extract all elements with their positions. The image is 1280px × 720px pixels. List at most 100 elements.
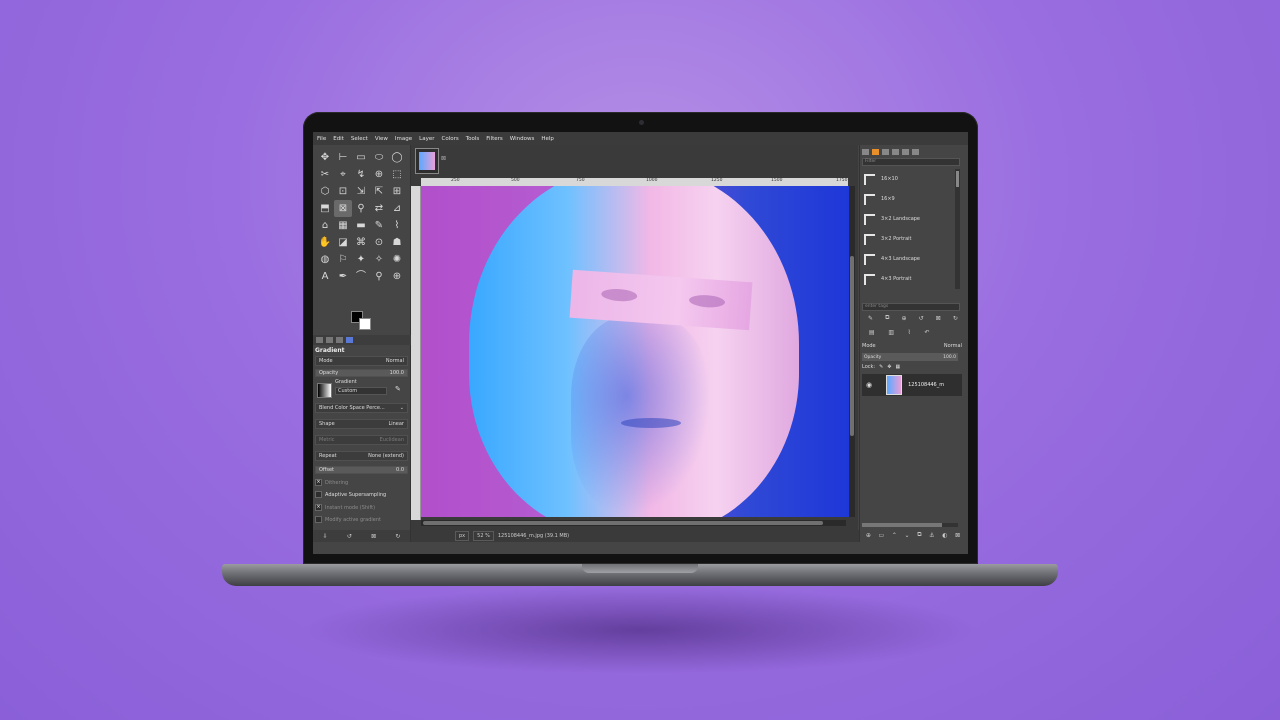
repeat-select[interactable]: None (extend) xyxy=(368,453,404,459)
modify-gradient-option[interactable]: Modify active gradient xyxy=(315,515,408,524)
layers-tab-icon[interactable]: ▤ xyxy=(869,329,875,336)
menu-help[interactable]: Help xyxy=(541,136,554,142)
modify-gradient-checkbox[interactable] xyxy=(315,516,322,523)
lock-alpha-icon[interactable]: ▦ xyxy=(896,364,901,370)
tool-icon[interactable]: ⊕ xyxy=(370,166,388,183)
blend-color-space-select[interactable]: Blend Color Space Perce... ⌄ xyxy=(315,403,408,413)
tool-icon[interactable]: ⚐ xyxy=(334,251,352,268)
template-scroll-thumb[interactable] xyxy=(956,171,959,187)
list-item[interactable]: 16×9 xyxy=(862,189,954,209)
duplicate-icon[interactable]: ⧉ xyxy=(885,314,889,322)
tool-icon[interactable]: ⇲ xyxy=(352,183,370,200)
tool-icon[interactable]: ⇄ xyxy=(370,200,388,217)
delete-icon[interactable]: ⊠ xyxy=(936,315,941,322)
list-item[interactable]: 3×2 Landscape xyxy=(862,209,954,229)
shape-row[interactable]: Shape Linear xyxy=(315,419,408,429)
tool-icon[interactable]: ⌇ xyxy=(388,217,406,234)
tool-icon[interactable]: ◍ xyxy=(316,251,334,268)
image-tab[interactable] xyxy=(415,148,439,174)
new-icon[interactable]: ⊕ xyxy=(902,315,907,322)
tool-icon[interactable]: ✂ xyxy=(316,166,334,183)
tool-icon[interactable]: ◪ xyxy=(334,234,352,251)
tool-icon[interactable]: ⊢ xyxy=(334,149,352,166)
adaptive-supersampling-option[interactable]: Adaptive Supersampling xyxy=(315,490,408,499)
list-item[interactable]: 16×10 xyxy=(862,169,954,189)
patterns-tab-icon[interactable] xyxy=(872,148,879,155)
opacity-slider[interactable]: Opacity 100.0 xyxy=(315,369,408,377)
tool-icon[interactable]: ⊙ xyxy=(370,234,388,251)
horizontal-scrollbar[interactable] xyxy=(421,520,846,526)
tool-icon[interactable]: ✧ xyxy=(370,251,388,268)
menu-view[interactable]: View xyxy=(375,136,388,142)
raise-layer-icon[interactable]: ⌃ xyxy=(892,532,897,539)
adaptive-supersampling-checkbox[interactable] xyxy=(315,491,322,498)
refresh-icon[interactable]: ↺ xyxy=(919,315,924,322)
tool-icon[interactable]: ▦ xyxy=(334,217,352,234)
layer-mode-select[interactable]: Normal xyxy=(944,343,962,349)
delete-layer-icon[interactable]: ⊠ xyxy=(955,532,960,539)
delete-preset-icon[interactable]: ⊠ xyxy=(371,533,376,540)
layers-scrollbar[interactable] xyxy=(862,523,958,527)
tool-icon[interactable]: ⊞ xyxy=(388,183,406,200)
tool-icon[interactable]: ⊠ xyxy=(334,200,352,217)
dithering-option[interactable]: × Dithering xyxy=(315,478,408,487)
unit-select[interactable]: px xyxy=(455,531,470,541)
save-preset-icon[interactable]: ⇩ xyxy=(323,533,328,540)
tool-icon[interactable]: ⬭ xyxy=(370,149,388,166)
gradient-preview[interactable] xyxy=(317,383,332,398)
shape-select[interactable]: Linear xyxy=(388,421,404,427)
tool-icon[interactable]: ✋ xyxy=(316,234,334,251)
tool-icon[interactable]: ☗ xyxy=(388,234,406,251)
close-icon[interactable]: ⊠ xyxy=(441,155,446,162)
zoom-select[interactable]: 52 % xyxy=(473,531,494,541)
tool-icon[interactable]: ✎ xyxy=(370,217,388,234)
background-color-swatch[interactable] xyxy=(359,318,371,330)
menu-image[interactable]: Image xyxy=(395,136,412,142)
menu-edit[interactable]: Edit xyxy=(333,136,344,142)
images-tab-icon[interactable] xyxy=(346,337,353,343)
tags-input[interactable]: enter tags xyxy=(862,303,960,311)
menu-windows[interactable]: Windows xyxy=(510,136,535,142)
undo-history-tab-icon[interactable] xyxy=(336,337,343,343)
new-layer-icon[interactable]: ⊕ xyxy=(866,532,871,539)
dithering-checkbox[interactable]: × xyxy=(315,479,322,486)
menu-tools[interactable]: Tools xyxy=(466,136,480,142)
restore-preset-icon[interactable]: ↺ xyxy=(347,533,352,540)
tool-icon[interactable]: ▭ xyxy=(352,149,370,166)
list-item[interactable]: 4×3 Landscape xyxy=(862,249,954,269)
fonts-tab-icon[interactable] xyxy=(882,148,889,155)
lock-position-icon[interactable]: ✥ xyxy=(887,364,891,370)
anchor-layer-icon[interactable]: ⚓ xyxy=(929,532,934,539)
tool-icon[interactable]: ✒ xyxy=(334,268,352,285)
layer-mode-row[interactable]: Mode Normal xyxy=(862,341,962,351)
list-item[interactable]: 4×3 Portrait xyxy=(862,269,954,289)
lower-layer-icon[interactable]: ⌄ xyxy=(905,532,910,539)
instant-mode-option[interactable]: × Instant mode (Shift) xyxy=(315,503,408,512)
tool-icon[interactable]: ↯ xyxy=(352,166,370,183)
menu-layer[interactable]: Layer xyxy=(419,136,434,142)
tool-icon[interactable]: ⬚ xyxy=(388,166,406,183)
reload-icon[interactable]: ↻ xyxy=(953,315,958,322)
tool-icon[interactable]: ⊕ xyxy=(388,268,406,285)
edit-gradient-icon[interactable]: ✎ xyxy=(395,385,401,393)
tool-icon[interactable]: ✦ xyxy=(352,251,370,268)
vertical-scrollbar[interactable] xyxy=(849,186,855,517)
tool-icon[interactable]: A xyxy=(316,268,334,285)
menu-file[interactable]: File xyxy=(317,136,326,142)
layer-row[interactable]: ◉ 125108446_m xyxy=(862,374,962,396)
instant-mode-checkbox[interactable]: × xyxy=(315,504,322,511)
repeat-row[interactable]: Repeat None (extend) xyxy=(315,451,408,461)
visibility-eye-icon[interactable]: ◉ xyxy=(866,381,872,389)
duplicate-layer-icon[interactable]: ⧉ xyxy=(917,531,921,539)
list-item[interactable]: 3×2 Portrait xyxy=(862,229,954,249)
layer-opacity-slider[interactable]: Opacity 100.0 xyxy=(862,353,958,361)
reset-icon[interactable]: ↻ xyxy=(395,533,400,540)
mode-row[interactable]: Mode Normal xyxy=(315,356,408,366)
vertical-scroll-thumb[interactable] xyxy=(850,256,854,436)
tool-icon[interactable]: ▬ xyxy=(352,217,370,234)
edit-icon[interactable]: ✎ xyxy=(868,315,873,322)
layers-scroll-thumb[interactable] xyxy=(862,523,942,527)
device-status-tab-icon[interactable] xyxy=(326,337,333,343)
tool-icon[interactable]: ⚲ xyxy=(370,268,388,285)
tool-icon[interactable]: ⇱ xyxy=(370,183,388,200)
